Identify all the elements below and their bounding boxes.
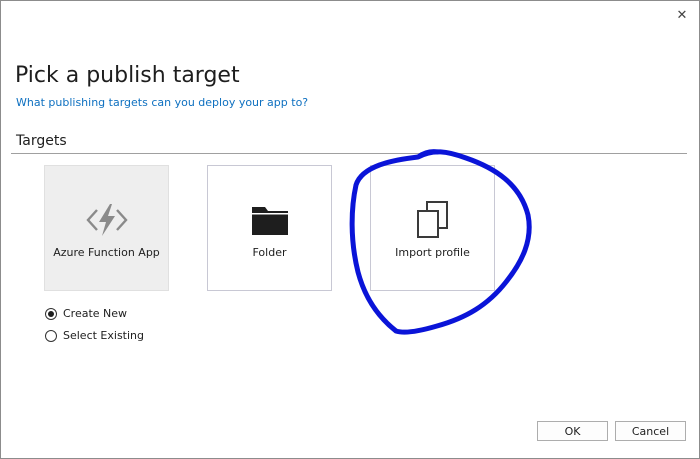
help-link[interactable]: What publishing targets can you deploy y…	[16, 96, 308, 109]
tile-label: Azure Function App	[53, 246, 160, 259]
tile-label: Import profile	[395, 246, 470, 259]
radio-button-unchecked[interactable]	[45, 329, 57, 342]
publish-dialog: ✕ Pick a publish target What publishing …	[0, 0, 700, 459]
import-profile-icon	[371, 200, 494, 240]
close-icon: ✕	[676, 7, 688, 23]
tile-label: Folder	[252, 246, 287, 259]
radio-label: Select Existing	[63, 329, 145, 342]
target-tile-folder[interactable]: Folder	[207, 165, 332, 291]
section-divider	[11, 153, 687, 154]
folder-icon	[208, 200, 331, 240]
target-tile-azure-function-app[interactable]: Azure Function App	[44, 165, 169, 291]
page-title: Pick a publish target	[15, 63, 240, 88]
radio-create-new[interactable]: Create New	[45, 307, 127, 320]
radio-dot	[48, 310, 54, 317]
radio-button-checked[interactable]	[45, 307, 57, 320]
radio-select-existing[interactable]: Select Existing	[45, 329, 144, 342]
azure-function-icon	[45, 200, 168, 240]
cancel-button[interactable]: Cancel	[615, 421, 686, 441]
target-tile-import-profile[interactable]: Import profile	[370, 165, 495, 291]
targets-section-label: Targets	[16, 133, 67, 149]
radio-label: Create New	[63, 307, 128, 320]
ok-button[interactable]: OK	[537, 421, 608, 441]
close-button[interactable]: ✕	[671, 5, 693, 25]
